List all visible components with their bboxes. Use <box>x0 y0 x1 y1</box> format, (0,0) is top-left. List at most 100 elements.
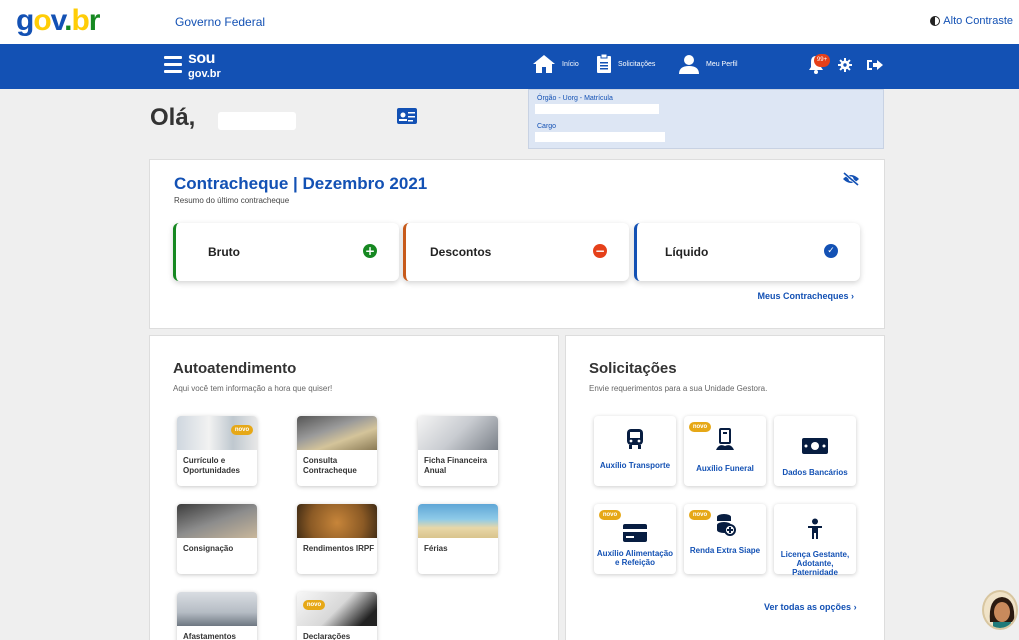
tile-label: Auxílio Alimentação e Refeição <box>596 549 674 567</box>
tile-consulta-contracheque[interactable]: Consulta Contracheque <box>297 416 377 486</box>
plus-circle-icon: + <box>363 244 377 258</box>
tile-label: Renda Extra Siape <box>689 546 761 555</box>
novo-badge: novo <box>599 510 621 520</box>
logout-icon[interactable] <box>866 58 884 72</box>
descontos-box[interactable]: Descontos − <box>403 223 629 281</box>
sou-gov-br-logo[interactable]: sou gov.br <box>188 50 221 80</box>
org-info-box: Órgão - Uorg - Matrícula Cargo <box>528 89 884 149</box>
tile-label: Licença Gestante, Adotante, Paternidade <box>780 550 850 577</box>
logo-govbr: gov.br <box>188 68 221 80</box>
tile-auxilio-alimentacao[interactable]: novo Auxílio Alimentação e Refeição <box>594 504 676 574</box>
child-icon <box>808 518 822 539</box>
tile-licenca-gestante[interactable]: Licença Gestante, Adotante, Paternidade <box>774 504 856 577</box>
tile-label: Auxílio Transporte <box>599 461 671 470</box>
main-navbar: sou gov.br Início Solicitações Meu Perfi… <box>0 44 1019 89</box>
orgao-label: Órgão - Uorg - Matrícula <box>537 95 613 102</box>
assistant-face-icon <box>989 597 1015 628</box>
tile-label: Férias <box>424 544 448 553</box>
tile-ferias[interactable]: Férias <box>418 504 498 574</box>
tile-label: Rendimentos IRPF <box>303 544 375 553</box>
ver-todas-opcoes-link[interactable]: Ver todas as opções › <box>764 602 857 612</box>
meus-contracheques-link[interactable]: Meus Contracheques › <box>757 291 854 301</box>
nav-meu-perfil[interactable]: Meu Perfil <box>678 54 738 74</box>
autoatendimento-subtitle: Aqui você tem informação a hora que quis… <box>173 384 333 393</box>
ver-todas-label: Ver todas as opções <box>764 602 852 612</box>
tile-label: Declarações <box>303 632 351 640</box>
money-icon <box>802 438 828 454</box>
nav-solicitacoes-label: Solicitações <box>618 60 656 68</box>
minus-circle-icon: − <box>593 244 607 258</box>
solicitacoes-subtitle: Envie requerimentos para a sua Unidade G… <box>589 384 768 393</box>
nav-inicio-label: Início <box>562 60 579 68</box>
ferias-image <box>418 504 498 538</box>
cargo-value-redacted <box>535 132 665 142</box>
descontos-label: Descontos <box>430 245 492 259</box>
bruto-box[interactable]: Bruto + <box>173 223 399 281</box>
bus-icon <box>627 429 643 449</box>
coins-icon <box>717 514 736 536</box>
user-icon <box>679 55 699 74</box>
novo-badge: novo <box>231 425 253 435</box>
solicitacoes-title: Solicitações <box>589 360 677 377</box>
alto-contraste-button[interactable]: Alto Contraste <box>930 15 1013 27</box>
consignacao-image <box>177 504 257 538</box>
clipboard-icon <box>597 54 611 73</box>
autoatendimento-title: Autoatendimento <box>173 360 297 377</box>
contracheque-title: Contracheque | Dezembro 2021 <box>174 174 428 193</box>
governo-federal-link[interactable]: Governo Federal <box>175 15 265 29</box>
tile-label: Ficha Financeira Anual <box>424 456 488 475</box>
contrast-icon <box>930 16 941 26</box>
card-icon <box>623 524 647 542</box>
contracheque-image <box>297 416 377 450</box>
cargo-label: Cargo <box>537 123 557 130</box>
tile-label: Consulta Contracheque <box>303 456 357 475</box>
tile-label: Auxílio Funeral <box>696 464 754 473</box>
tile-renda-extra-siape[interactable]: novo Renda Extra Siape <box>684 504 766 574</box>
chevron-right-icon: › <box>853 602 857 612</box>
afastamentos-image <box>177 592 257 626</box>
tile-ficha-financeira[interactable]: Ficha Financeira Anual <box>418 416 498 486</box>
tile-auxilio-transporte[interactable]: Auxílio Transporte <box>594 416 676 486</box>
novo-badge: novo <box>303 600 325 610</box>
notification-badge: 99+ <box>814 54 830 67</box>
tile-curriculo[interactable]: novo Currículo e Oportunidades <box>177 416 257 486</box>
tile-afastamentos[interactable]: Afastamentos <box>177 592 257 640</box>
check-circle-icon: ✓ <box>824 244 838 258</box>
funeral-icon <box>716 428 734 450</box>
nav-meu-perfil-label: Meu Perfil <box>706 60 738 68</box>
greeting-title: Olá, <box>150 104 196 131</box>
nav-solicitacoes[interactable]: Solicitações <box>596 54 655 74</box>
autoatendimento-card: Autoatendimento Aqui você tem informação… <box>149 335 559 640</box>
eye-slash-icon[interactable] <box>842 172 860 186</box>
assistant-avatar[interactable] <box>982 590 1018 630</box>
tile-label: Currículo e Oportunidades <box>183 456 240 475</box>
contracheque-card: Contracheque | Dezembro 2021 Resumo do ú… <box>149 159 885 329</box>
leao-image <box>297 504 377 538</box>
home-icon <box>533 55 555 73</box>
id-card-icon[interactable] <box>397 108 417 124</box>
orgao-value-redacted <box>535 104 659 114</box>
gov-br-logo[interactable]: gov.br <box>16 4 100 38</box>
menu-icon[interactable] <box>164 56 182 73</box>
tile-declaracoes[interactable]: novo Declarações <box>297 592 377 640</box>
gear-icon[interactable] <box>838 58 852 72</box>
tile-consignacao[interactable]: Consignação <box>177 504 257 574</box>
tile-dados-bancarios[interactable]: Dados Bancários <box>774 416 856 486</box>
liquido-box[interactable]: Líquido ✓ <box>634 223 860 281</box>
meus-contracheques-label: Meus Contracheques <box>757 291 849 301</box>
tile-label: Consignação <box>183 544 234 553</box>
tile-auxilio-funeral[interactable]: novo Auxílio Funeral <box>684 416 766 486</box>
chevron-right-icon: › <box>851 291 854 301</box>
logo-sou: sou <box>188 50 215 67</box>
liquido-label: Líquido <box>665 245 709 259</box>
tile-label: Afastamentos <box>183 632 236 640</box>
ficha-image <box>418 416 498 450</box>
tile-label: Dados Bancários <box>782 468 848 477</box>
tile-rendimentos-irpf[interactable]: Rendimentos IRPF <box>297 504 377 574</box>
solicitacoes-card: Solicitações Envie requerimentos para a … <box>565 335 885 640</box>
top-header: gov.br Governo Federal Alto Contraste <box>0 0 1019 44</box>
alto-contraste-label: Alto Contraste <box>943 15 1013 27</box>
user-name-redacted <box>218 112 296 130</box>
bruto-label: Bruto <box>208 245 240 259</box>
nav-inicio[interactable]: Início <box>532 54 579 74</box>
